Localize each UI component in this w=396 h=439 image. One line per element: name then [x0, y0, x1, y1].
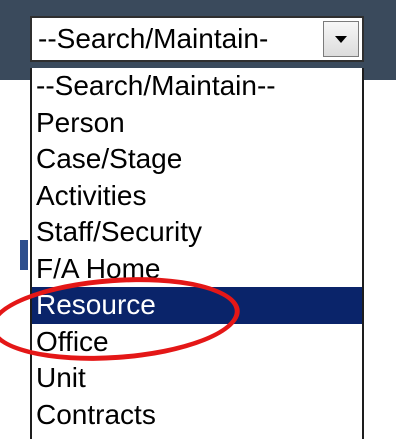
search-maintain-select[interactable]: --Search/Maintain- — [30, 16, 364, 62]
option-contracts[interactable]: Contracts — [32, 397, 362, 434]
left-panel-accent — [20, 240, 28, 270]
option-office[interactable]: Office — [32, 324, 362, 361]
dropdown-list: --Search/Maintain-- Person Case/Stage Ac… — [30, 68, 364, 439]
option-activities[interactable]: Activities — [32, 178, 362, 215]
option-person[interactable]: Person — [32, 105, 362, 142]
select-current-value: --Search/Maintain- — [38, 23, 269, 54]
option-search-maintain[interactable]: --Search/Maintain-- — [32, 68, 362, 105]
option-unit[interactable]: Unit — [32, 360, 362, 397]
option-staff-security[interactable]: Staff/Security — [32, 214, 362, 251]
chevron-down-icon — [335, 36, 347, 43]
option-resource[interactable]: Resource — [32, 287, 362, 324]
dropdown-arrow-button[interactable] — [323, 21, 359, 57]
option-case-stage[interactable]: Case/Stage — [32, 141, 362, 178]
option-fa-home[interactable]: F/A Home — [32, 251, 362, 288]
